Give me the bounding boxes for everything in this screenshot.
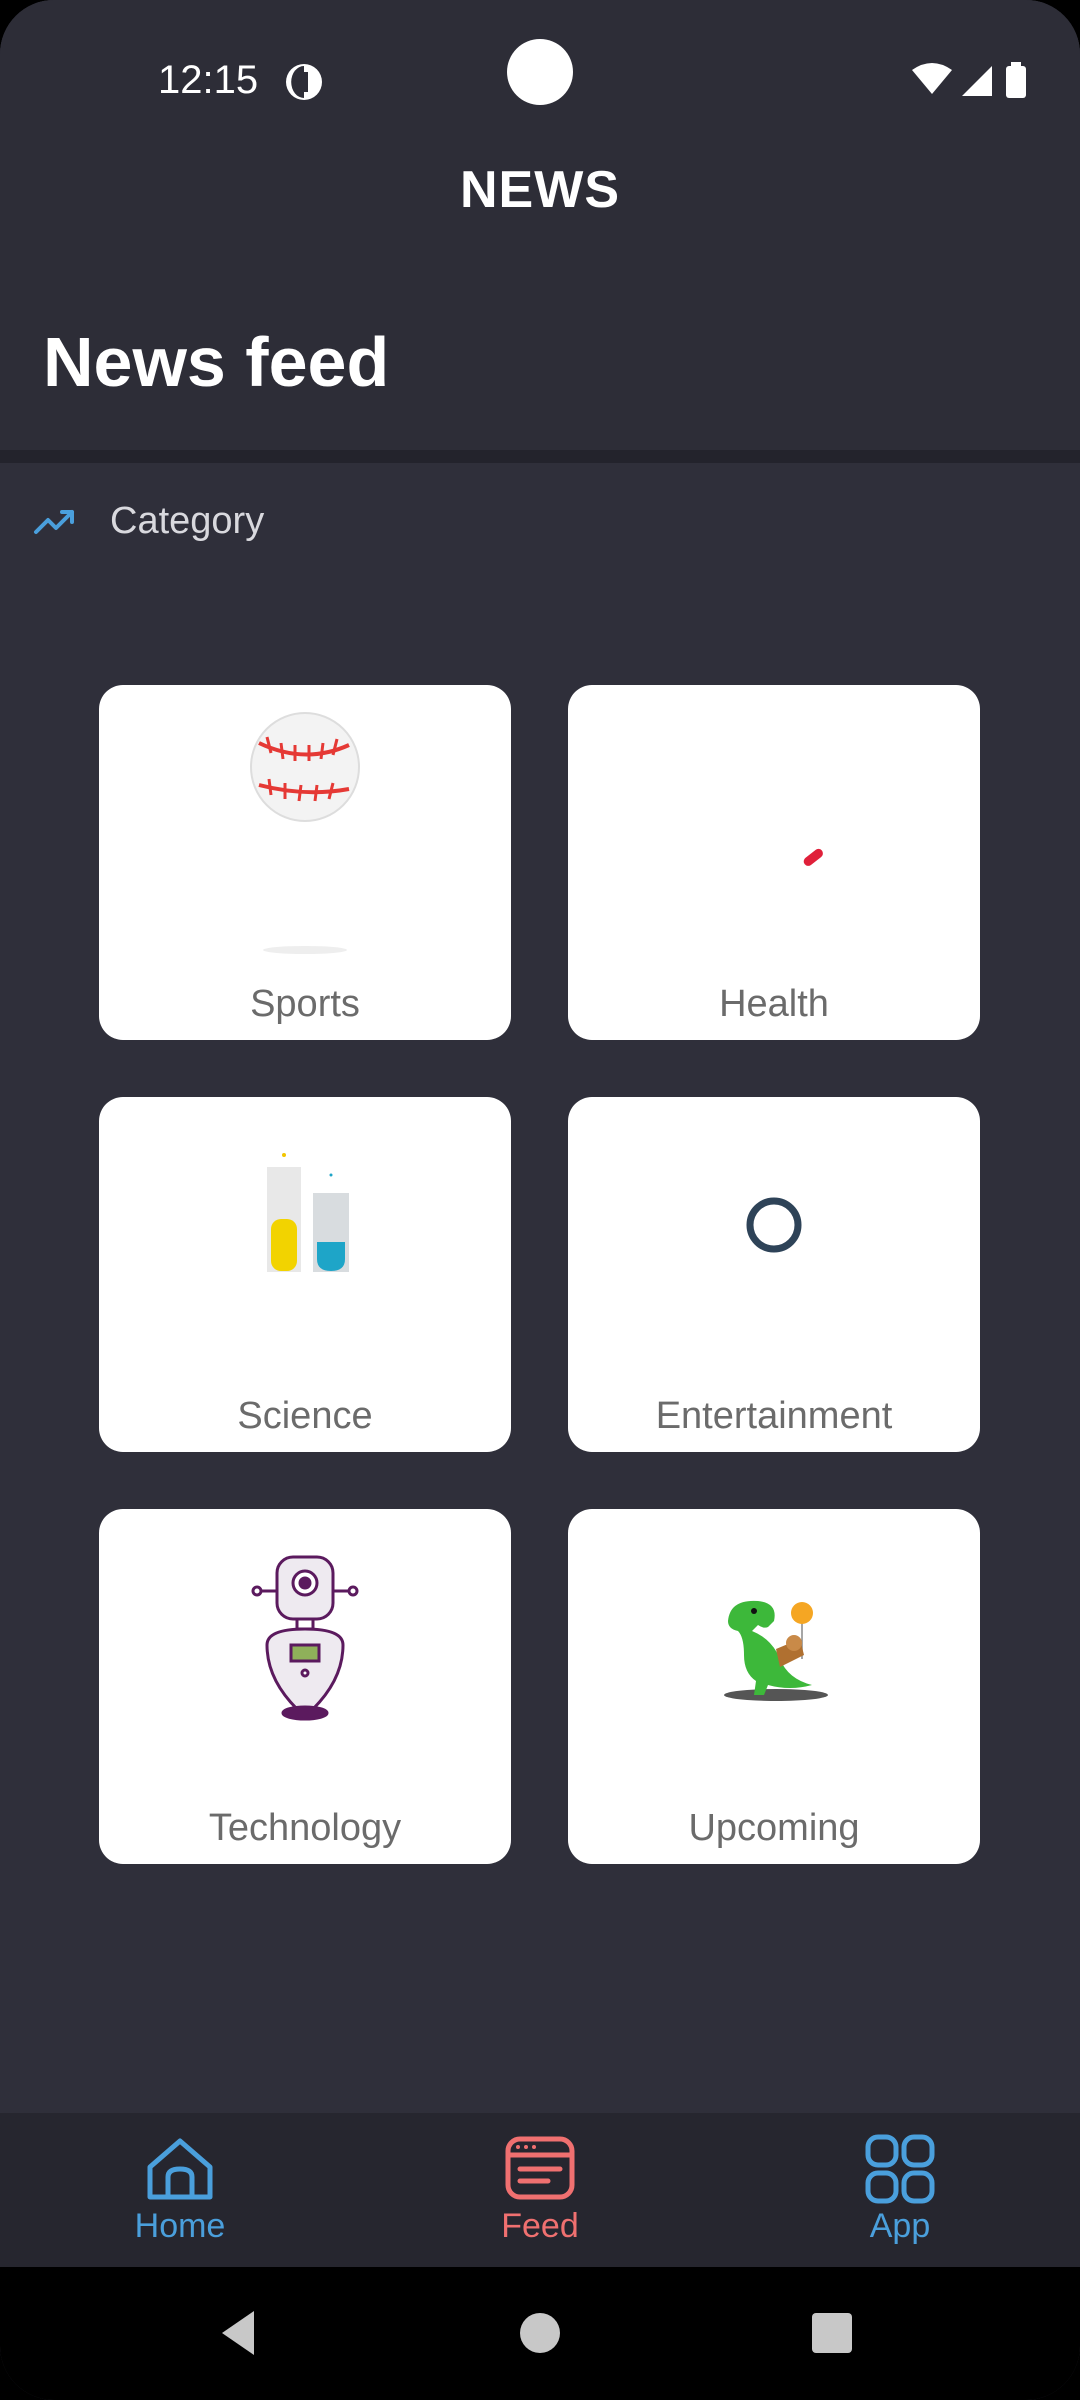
back-icon[interactable] bbox=[210, 2303, 270, 2363]
cellular-signal-icon bbox=[962, 66, 992, 96]
card-label: Sports bbox=[250, 983, 360, 1025]
ring-icon bbox=[746, 1197, 802, 1253]
category-card-science[interactable]: Science bbox=[99, 1097, 511, 1452]
battery-icon bbox=[1006, 66, 1026, 98]
system-status-icons bbox=[912, 62, 1026, 98]
status-time: 12:15 bbox=[158, 58, 259, 102]
category-card-entertainment[interactable]: Entertainment bbox=[568, 1097, 980, 1452]
divider bbox=[0, 450, 1080, 463]
card-label: Technology bbox=[208, 1807, 402, 1849]
nav-app[interactable]: App bbox=[800, 2133, 1000, 2253]
category-card-upcoming[interactable]: Upcoming bbox=[568, 1509, 980, 1864]
nav-feed-label: Feed bbox=[501, 2207, 579, 2245]
status-bar: 12:15 bbox=[0, 0, 1080, 150]
camera-cutout bbox=[507, 39, 573, 105]
pill-icon bbox=[803, 848, 823, 866]
app-notification-icon bbox=[286, 64, 322, 100]
system-navigation-bar bbox=[0, 2267, 1080, 2400]
apps-grid-icon bbox=[865, 2134, 935, 2204]
recents-icon[interactable] bbox=[802, 2303, 862, 2363]
category-card-sports[interactable]: Sports bbox=[99, 685, 511, 1040]
nav-app-label: App bbox=[869, 2207, 931, 2245]
category-card-health[interactable]: Health bbox=[568, 685, 980, 1040]
app-title: NEWS bbox=[460, 161, 620, 219]
card-label: Upcoming bbox=[688, 1807, 860, 1849]
home-icon bbox=[147, 2138, 213, 2200]
dinosaur-icon bbox=[724, 1600, 828, 1701]
app-screen: 12:15 NEWS News feed Category Sports Hea… bbox=[0, 0, 1080, 2400]
card-label: Entertainment bbox=[655, 1395, 893, 1437]
section-label: Category bbox=[110, 499, 265, 542]
feed-icon bbox=[505, 2136, 575, 2200]
card-label: Health bbox=[719, 983, 829, 1025]
bottom-navigation: Home Feed App bbox=[0, 2113, 1080, 2267]
nav-feed[interactable]: Feed bbox=[440, 2133, 640, 2253]
test-tubes-icon bbox=[267, 1153, 349, 1272]
baseball-icon bbox=[250, 712, 360, 954]
card-label: Science bbox=[237, 1395, 373, 1437]
home-circle-icon[interactable] bbox=[510, 2303, 570, 2363]
trending-up-icon bbox=[34, 510, 74, 534]
category-section-header: Category bbox=[32, 496, 264, 546]
page-title: News feed bbox=[43, 323, 390, 401]
wifi-icon bbox=[912, 63, 952, 94]
category-card-technology[interactable]: Technology bbox=[99, 1509, 511, 1864]
robot-icon bbox=[251, 1555, 359, 1721]
nav-home[interactable]: Home bbox=[80, 2133, 280, 2253]
nav-home-label: Home bbox=[134, 2207, 226, 2245]
